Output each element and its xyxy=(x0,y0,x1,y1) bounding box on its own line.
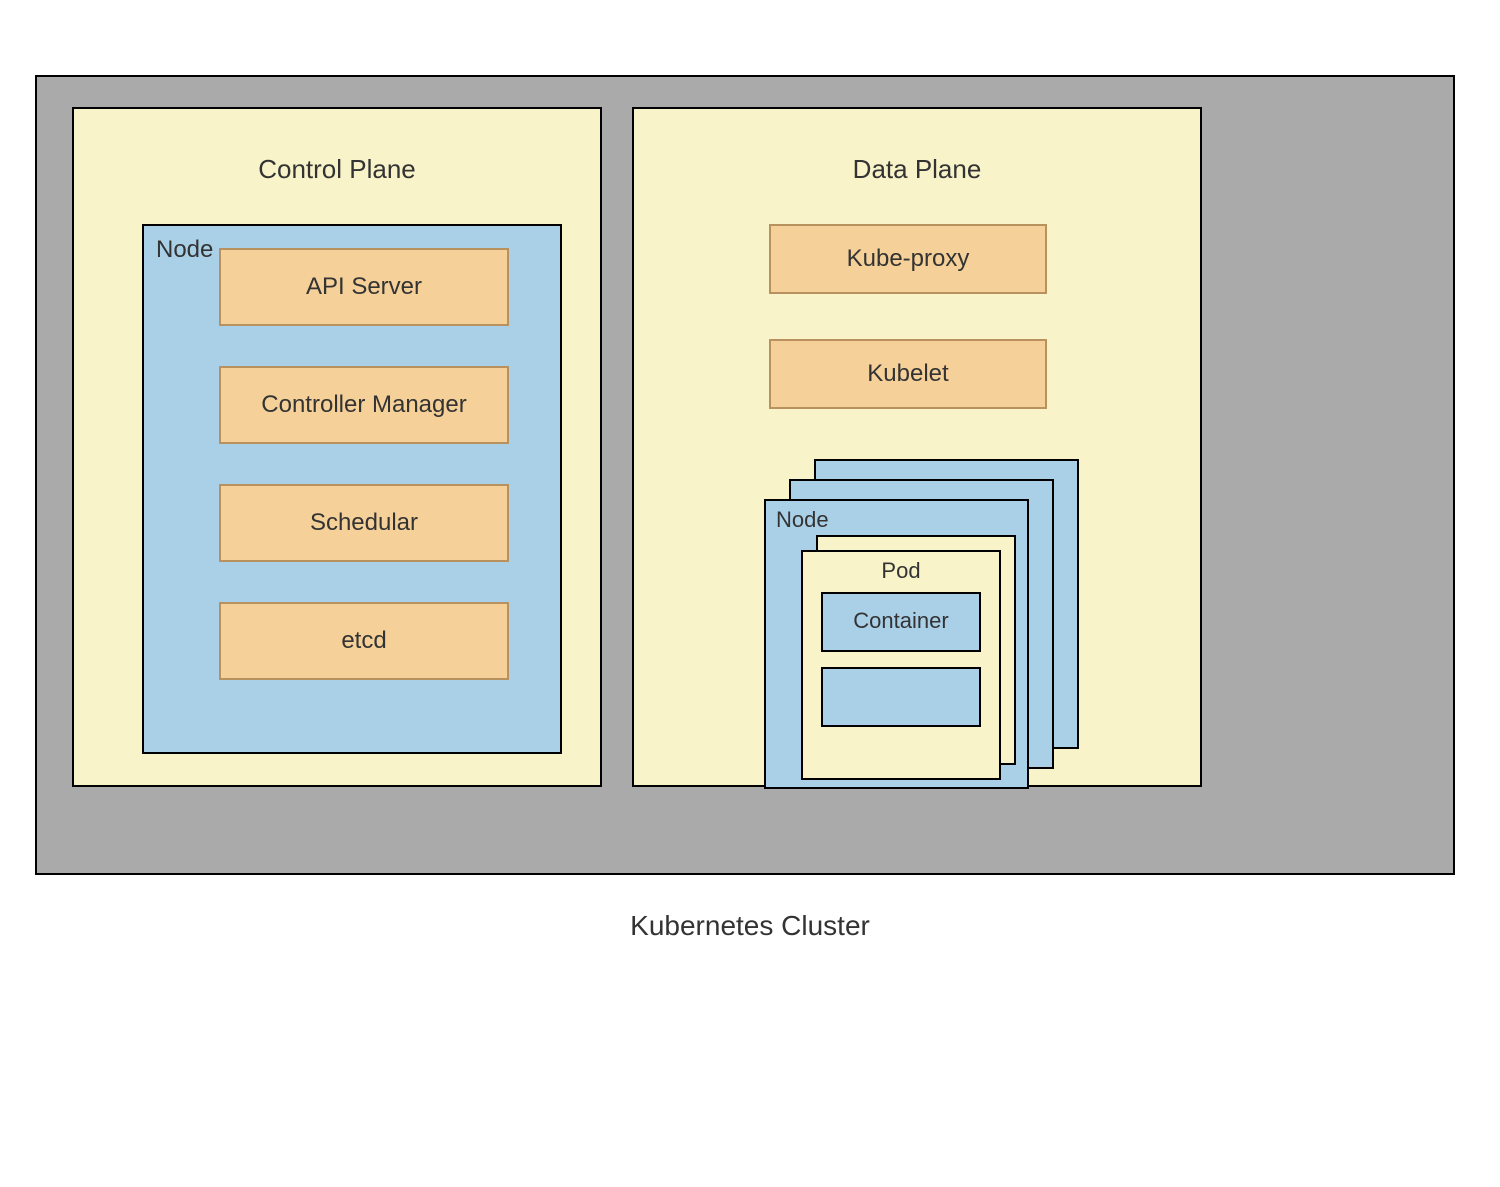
cluster-frame: Control Plane Node API Server Controller… xyxy=(35,75,1455,875)
pod-card-front: Pod Container xyxy=(801,550,1001,780)
data-plane-title: Data Plane xyxy=(634,154,1200,185)
diagram-caption: Kubernetes Cluster xyxy=(0,910,1500,942)
node-card-front: Node Pod Container xyxy=(764,499,1029,789)
pod-label: Pod xyxy=(803,552,999,588)
control-plane-box: Control Plane Node API Server Controller… xyxy=(72,107,602,787)
component-scheduler: Schedular xyxy=(219,484,509,562)
node-stack: Node Pod Container xyxy=(744,459,1074,769)
container-box-2 xyxy=(821,667,981,727)
control-plane-title: Control Plane xyxy=(74,154,600,185)
component-api-server: API Server xyxy=(219,248,509,326)
component-controller-manager: Controller Manager xyxy=(219,366,509,444)
component-kube-proxy: Kube-proxy xyxy=(769,224,1047,294)
container-label: Container xyxy=(823,594,979,638)
data-plane-box: Data Plane Kube-proxy Kubelet Node Pod C… xyxy=(632,107,1202,787)
container-box-1: Container xyxy=(821,592,981,652)
component-kubelet: Kubelet xyxy=(769,339,1047,409)
data-node-label: Node xyxy=(766,501,1027,533)
component-etcd: etcd xyxy=(219,602,509,680)
control-plane-node-box: Node API Server Controller Manager Sched… xyxy=(142,224,562,754)
